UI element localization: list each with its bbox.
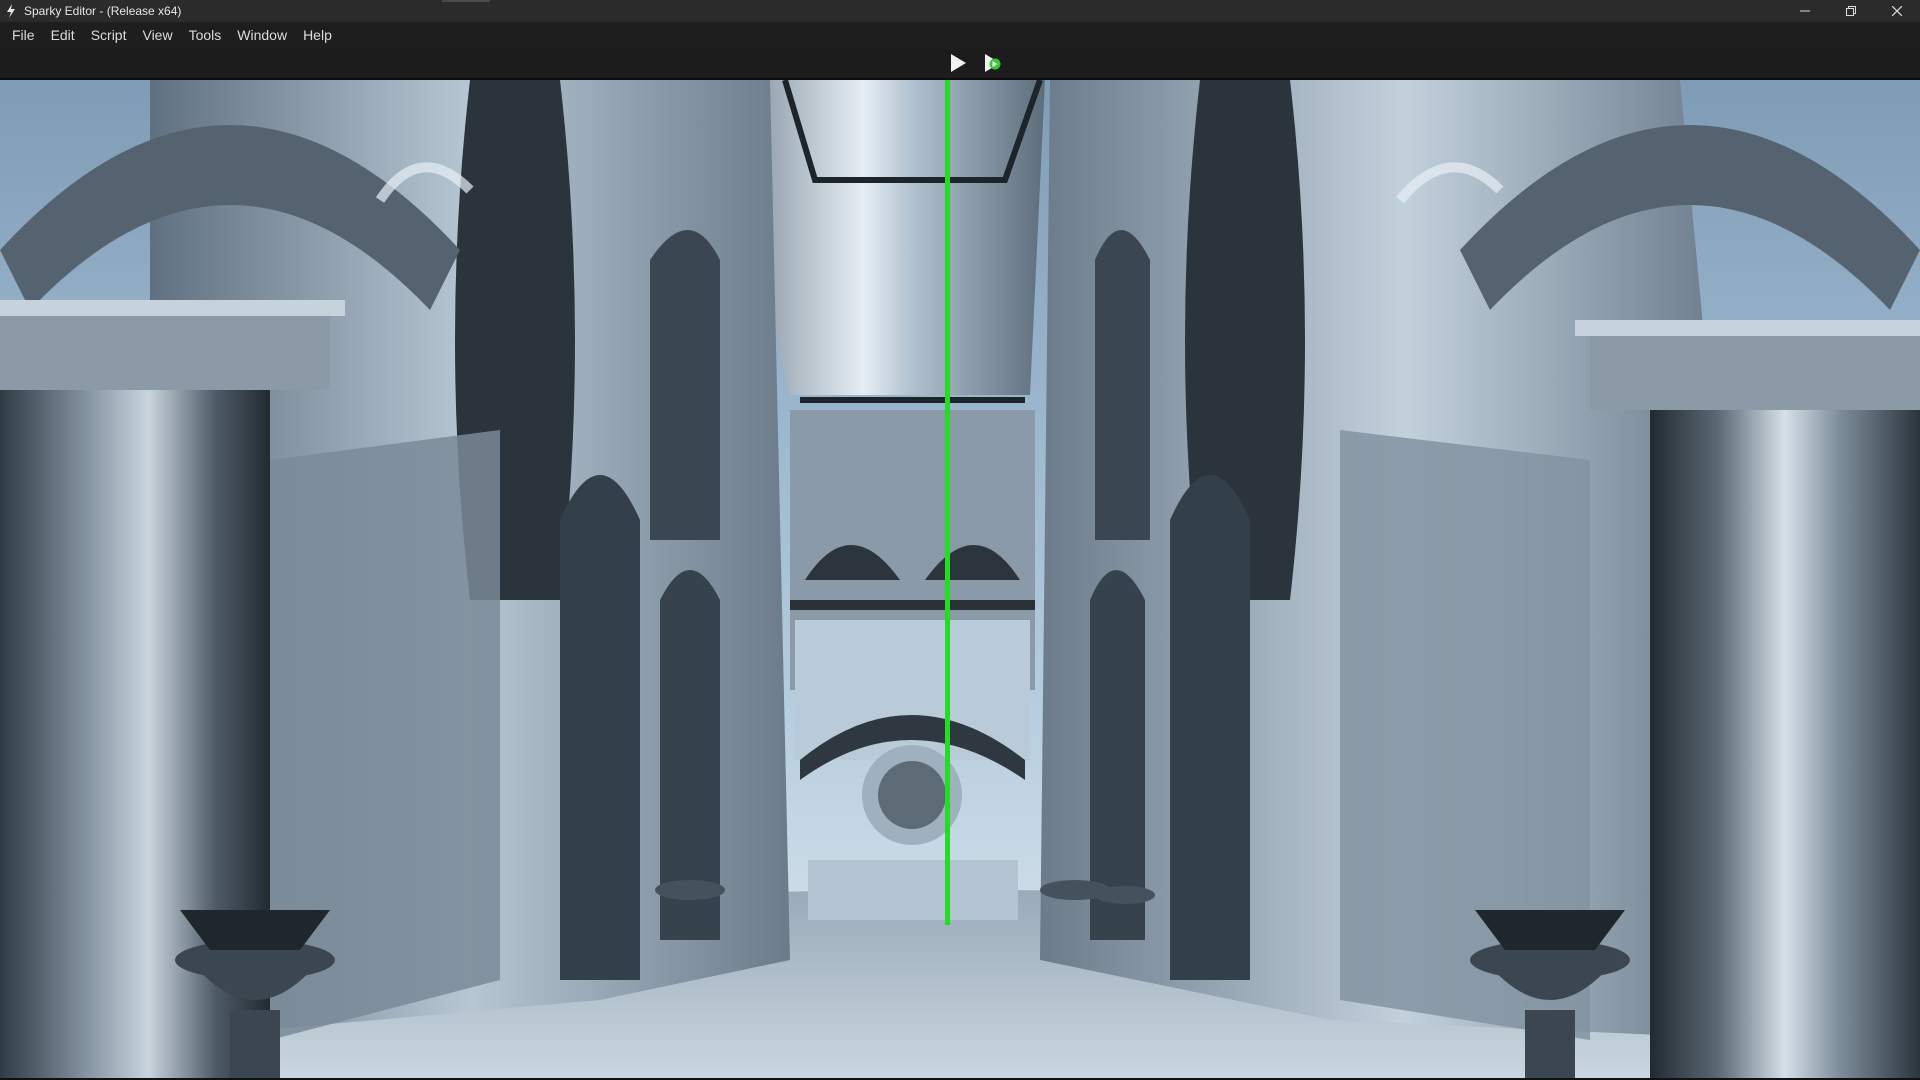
close-icon: [1892, 6, 1902, 16]
editor-window: Sparky Editor - (Release x64) File Edit: [0, 0, 1920, 1080]
menu-script[interactable]: Script: [83, 22, 135, 48]
play-simulate-icon: [985, 54, 1001, 72]
close-button[interactable]: [1874, 0, 1920, 22]
minimize-icon: [1800, 10, 1810, 12]
minimize-button[interactable]: [1782, 0, 1828, 22]
restore-icon: [1846, 6, 1856, 16]
scene-render: [0, 80, 1920, 1078]
toolbar: [0, 48, 1920, 80]
scene-viewport[interactable]: [0, 80, 1920, 1078]
menu-help[interactable]: Help: [295, 22, 340, 48]
menu-window[interactable]: Window: [229, 22, 295, 48]
menu-bar: File Edit Script View Tools Window Help: [0, 22, 1920, 48]
play-button[interactable]: [945, 51, 971, 75]
split-line: [945, 80, 950, 925]
restore-button[interactable]: [1828, 0, 1874, 22]
menu-tools[interactable]: Tools: [181, 22, 230, 48]
menu-view[interactable]: View: [134, 22, 180, 48]
window-title: Sparky Editor - (Release x64): [24, 4, 182, 18]
title-drag-mark: [442, 0, 490, 2]
play-icon: [951, 54, 966, 72]
menu-edit[interactable]: Edit: [43, 22, 83, 48]
title-bar[interactable]: Sparky Editor - (Release x64): [0, 0, 1920, 22]
window-controls: [1782, 0, 1920, 22]
play-simulate-button[interactable]: [980, 51, 1006, 75]
menu-file[interactable]: File: [4, 22, 43, 48]
app-icon: [4, 4, 18, 18]
